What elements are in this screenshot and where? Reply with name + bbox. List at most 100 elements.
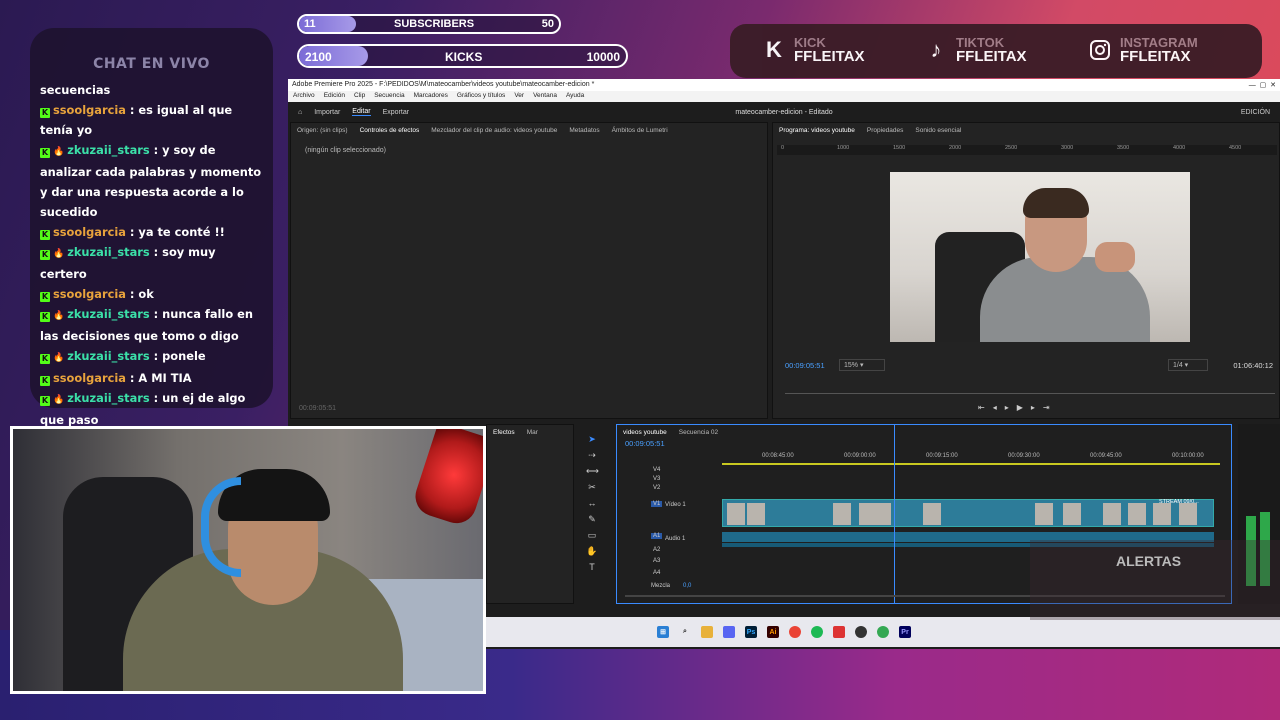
ruler-tick: 3500 bbox=[1117, 145, 1130, 151]
video-clip[interactable]: STREAM 09/0... bbox=[722, 499, 1214, 527]
illustrator-icon[interactable]: Ai bbox=[767, 626, 779, 638]
menu-item[interactable]: Edición bbox=[324, 92, 345, 101]
tab-sequence-2[interactable]: Secuencia 02 bbox=[679, 429, 718, 436]
window-controls[interactable]: — ▢ ✕ bbox=[1249, 81, 1276, 89]
chat-username[interactable]: ssoolgarcia bbox=[53, 371, 126, 385]
source-tab[interactable]: Metadatos bbox=[569, 127, 599, 134]
no-clip-text: (ningún clip seleccionado) bbox=[305, 147, 386, 154]
chat-message: Kssoolgarcia : ok bbox=[40, 284, 263, 304]
tab-markers[interactable]: Mar bbox=[527, 429, 538, 436]
effects-tabs: Efectos Mar bbox=[487, 425, 573, 440]
timeline-tick: 00:09:00:00 bbox=[844, 453, 876, 459]
kick-badge-icon: K bbox=[40, 108, 50, 118]
spotify-icon[interactable] bbox=[811, 626, 823, 638]
chat-message: Kssoolgarcia : ya te conté !! bbox=[40, 222, 263, 242]
folder-icon[interactable] bbox=[701, 626, 713, 638]
tab-import[interactable]: Importar bbox=[314, 109, 340, 116]
photoshop-icon[interactable]: Ps bbox=[745, 626, 757, 638]
track-select-icon[interactable]: ⇢ bbox=[586, 449, 598, 461]
subscribers-goal: 11 SUBSCRIBERS 50 bbox=[297, 14, 561, 34]
app-icon[interactable] bbox=[833, 626, 845, 638]
menu-item[interactable]: Secuencia bbox=[374, 92, 404, 101]
fire-badge-icon: 🔥 bbox=[53, 353, 65, 363]
mix-value[interactable]: 0,0 bbox=[683, 583, 691, 589]
chat-message: K 🔥 zkuzaii_stars : nunca fallo en las dec… bbox=[40, 304, 263, 346]
program-tab[interactable]: Propiedades bbox=[867, 127, 904, 134]
ruler-tick: 4000 bbox=[1173, 145, 1186, 151]
track-header[interactable]: A2 bbox=[651, 547, 662, 553]
chat-username[interactable]: zkuzaii_stars bbox=[67, 391, 149, 405]
source-tab[interactable]: Origen: (sin clips) bbox=[297, 127, 348, 134]
source-timecode: 00:09:05:51 bbox=[299, 405, 336, 412]
source-tab[interactable]: Mezclador del clip de audio: videos yout… bbox=[431, 127, 557, 134]
timeline-tick: 00:09:45:00 bbox=[1090, 453, 1122, 459]
search-icon[interactable]: ⌕ bbox=[679, 626, 691, 638]
tab-edit[interactable]: Editar bbox=[352, 108, 371, 116]
chat-username[interactable]: ssoolgarcia bbox=[53, 103, 126, 117]
track-header[interactable]: A3 bbox=[651, 558, 662, 564]
track-header[interactable]: V3 bbox=[651, 476, 662, 482]
chat-username[interactable]: ssoolgarcia bbox=[53, 225, 126, 239]
selection-tool-icon[interactable]: ➤ bbox=[586, 433, 598, 445]
track-header[interactable]: V4 bbox=[651, 467, 662, 473]
menu-item[interactable]: Marcadores bbox=[414, 92, 448, 101]
chat-username[interactable]: zkuzaii_stars bbox=[67, 245, 149, 259]
tab-sequence-main[interactable]: videos youtube bbox=[623, 429, 667, 436]
chat-text: : ok bbox=[125, 287, 154, 301]
kicks-goal: 2100 KICKS 10000 bbox=[297, 44, 628, 68]
razor-icon[interactable]: ✂ bbox=[586, 481, 598, 493]
transport-controls[interactable]: ⇤◂▸▶▸⇥ bbox=[978, 403, 1058, 412]
kick-badge-icon: K bbox=[40, 354, 50, 364]
source-tab[interactable]: Controles de efectos bbox=[360, 127, 420, 134]
obs-icon[interactable] bbox=[855, 626, 867, 638]
discord-icon[interactable] bbox=[723, 626, 735, 638]
slip-icon[interactable]: ↔ bbox=[586, 497, 598, 509]
track-header[interactable]: A1 bbox=[651, 533, 663, 539]
chat-username[interactable]: zkuzaii_stars bbox=[67, 349, 149, 363]
hand-icon[interactable]: ✋ bbox=[586, 545, 598, 557]
ripple-edit-icon[interactable]: ⟷ bbox=[586, 465, 599, 477]
track-header[interactable]: V2 bbox=[651, 485, 662, 491]
browser-icon[interactable] bbox=[877, 626, 889, 638]
windows-start-icon[interactable]: ⊞ bbox=[657, 626, 669, 638]
zoom-select[interactable]: 15% ▾ bbox=[839, 359, 885, 371]
source-tab[interactable]: Ámbitos de Lumetri bbox=[612, 127, 668, 134]
timeline-timecode[interactable]: 00:09:05:51 bbox=[625, 439, 665, 448]
program-tab[interactable]: Programa: videos youtube bbox=[779, 127, 855, 134]
program-tab[interactable]: Sonido esencial bbox=[915, 127, 961, 134]
chat-username[interactable]: zkuzaii_stars bbox=[67, 307, 149, 321]
home-icon[interactable]: ⌂ bbox=[298, 109, 302, 116]
chat-message: Kssoolgarcia : es igual al que tenía yo bbox=[40, 100, 263, 140]
chat-message: K 🔥 zkuzaii_stars : ponele bbox=[40, 346, 263, 368]
kicks-target: 10000 bbox=[586, 50, 620, 64]
rectangle-icon[interactable]: ▭ bbox=[586, 529, 598, 541]
menu-item[interactable]: Ver bbox=[514, 92, 524, 101]
tab-effects[interactable]: Efectos bbox=[493, 429, 515, 436]
menu-item[interactable]: Ayuda bbox=[566, 92, 584, 101]
kick-badge-icon: K bbox=[40, 292, 50, 302]
subscribers-current: 11 bbox=[304, 18, 316, 30]
type-icon[interactable]: T bbox=[586, 561, 598, 573]
chrome-icon[interactable] bbox=[789, 626, 801, 638]
chat-username[interactable]: zkuzaii_stars bbox=[67, 143, 149, 157]
workspace-label[interactable]: EDICIÓN bbox=[1241, 109, 1270, 116]
menu-item[interactable]: Archivo bbox=[293, 92, 315, 101]
menu-item[interactable]: Gráficos y títulos bbox=[457, 92, 505, 101]
timeline-tick: 00:10:00:00 bbox=[1172, 453, 1204, 459]
track-header[interactable]: V1 bbox=[651, 501, 663, 507]
chat-username[interactable]: ssoolgarcia bbox=[53, 287, 126, 301]
pen-icon[interactable]: ✎ bbox=[586, 513, 598, 525]
instagram-icon bbox=[1088, 38, 1112, 62]
timeline-playhead[interactable] bbox=[894, 425, 895, 603]
quality-select[interactable]: 1/4 ▾ bbox=[1168, 359, 1208, 371]
tab-export[interactable]: Exportar bbox=[383, 109, 409, 116]
chat-message: Kssoolgarcia : A MI TIA bbox=[40, 368, 263, 388]
premiere-icon[interactable]: Pr bbox=[899, 626, 911, 638]
playback-scrubber[interactable] bbox=[785, 393, 1275, 394]
menu-item[interactable]: Clip bbox=[354, 92, 365, 101]
track-header[interactable]: A4 bbox=[651, 570, 662, 576]
webcam-feed bbox=[10, 426, 486, 694]
menu-item[interactable]: Ventana bbox=[533, 92, 557, 101]
kicks-label: KICKS bbox=[445, 50, 483, 64]
program-timecode[interactable]: 00:09:05:51 bbox=[785, 361, 825, 370]
